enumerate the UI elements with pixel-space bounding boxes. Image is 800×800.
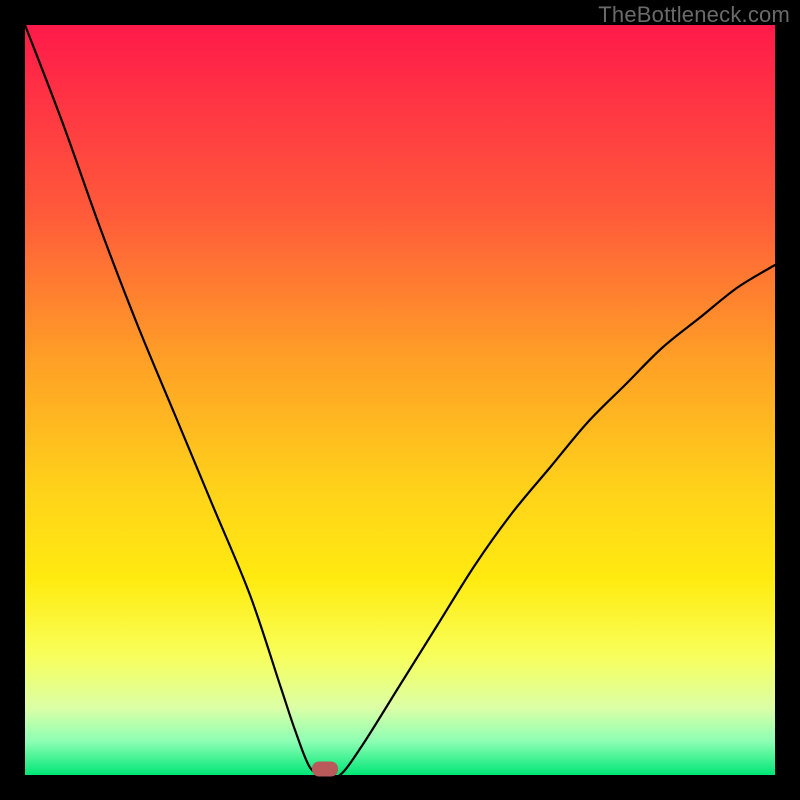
chart-area xyxy=(25,25,775,775)
bottleneck-curve xyxy=(25,25,775,775)
optimal-marker xyxy=(312,762,338,777)
